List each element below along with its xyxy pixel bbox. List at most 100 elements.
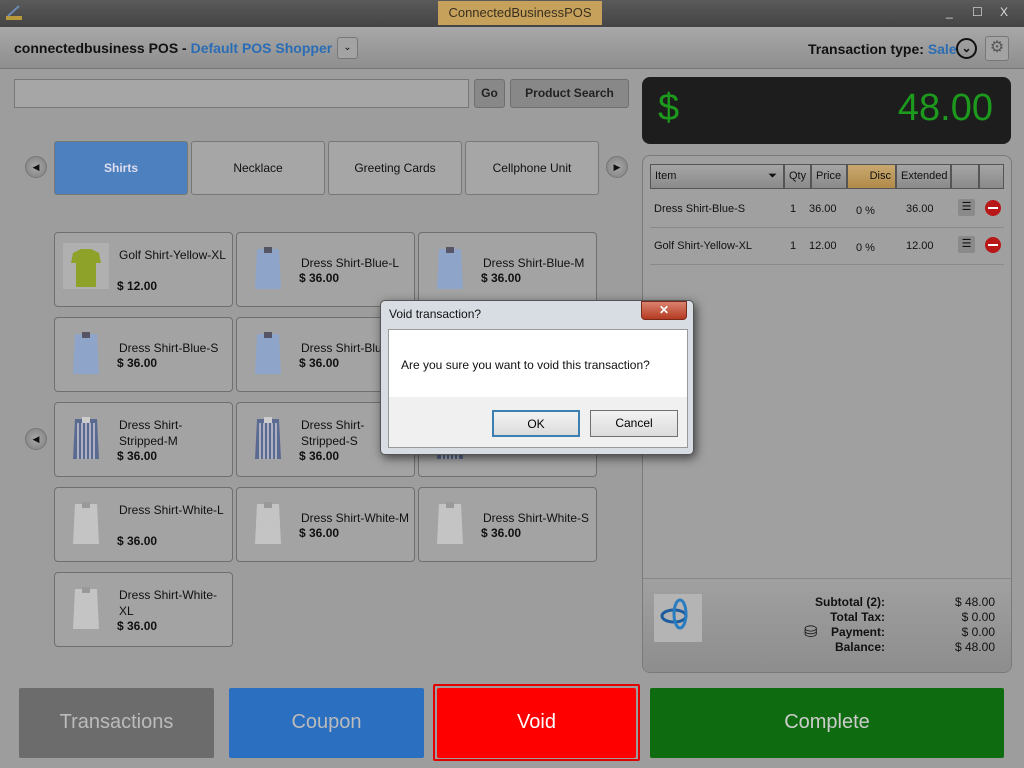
shirt-image-icon (73, 587, 99, 629)
subtotal-value: $ 48.00 (954, 595, 995, 609)
complete-button[interactable]: Complete (650, 688, 1004, 758)
product-price: $ 36.00 (117, 619, 158, 633)
product-price: $ 36.00 (117, 534, 158, 548)
remove-icon[interactable] (985, 237, 1001, 253)
chevron-down-icon[interactable]: ⌄ (956, 38, 977, 59)
product-tile[interactable]: Dress Shirt-White-L $ 36.00 (54, 487, 233, 562)
coupon-button[interactable]: Coupon (229, 688, 424, 758)
payment-value: $ 0.00 (961, 625, 995, 639)
shirt-image-icon (255, 502, 281, 544)
category-tab-shirts[interactable]: Shirts (54, 141, 188, 195)
product-price: $ 36.00 (117, 449, 158, 463)
cart-row[interactable]: Dress Shirt-Blue-S 1 36.00 0 % 36.00 ☰ (650, 191, 1004, 228)
cart-qty: 1 (790, 203, 797, 215)
column-label: Item (655, 170, 677, 182)
balance-value: $ 48.00 (954, 640, 995, 654)
column-extended[interactable]: Extended (896, 164, 951, 189)
close-button[interactable]: X (1000, 5, 1008, 19)
product-name: Golf Shirt-Yellow-XL (119, 248, 226, 262)
details-icon[interactable]: ☰ (958, 236, 975, 253)
category-tab-greeting-cards[interactable]: Greeting Cards (328, 141, 462, 195)
category-prev-arrow[interactable]: ◀ (25, 156, 47, 178)
shirt-image-icon (73, 332, 99, 374)
dialog-close-button[interactable]: ✕ (641, 301, 687, 320)
filter-icon[interactable]: ⏷ (768, 165, 777, 188)
product-tile[interactable]: Golf Shirt-Yellow-XL $ 12.00 (54, 232, 233, 307)
product-name: Dress Shirt-Stripped-M (119, 418, 183, 448)
column-blank-1 (951, 164, 979, 189)
product-name: Dress Shirt-Blue-S (119, 341, 219, 355)
dialog-message-area: Are you sure you want to void this trans… (389, 330, 687, 397)
shirt-image-icon (73, 502, 99, 544)
transactions-button[interactable]: Transactions (19, 688, 214, 758)
product-name: Dress Shirt-White-M (301, 511, 410, 525)
cart-panel: Item ⏷ Qty Price Disc Extended Dress Shir… (642, 155, 1012, 673)
customer-link[interactable]: Default POS Shopper (191, 40, 333, 56)
cart-price: 36.00 (809, 203, 837, 215)
dialog-title: Void transaction? (389, 307, 482, 321)
shirt-image-icon (255, 247, 281, 289)
title-bar: ConnectedBusinessPOS _ ☐ X (0, 0, 1024, 27)
product-price: $ 36.00 (481, 526, 522, 540)
cart-extended: 36.00 (906, 203, 934, 215)
shirt-image-icon (255, 417, 281, 459)
payment-label: Payment: (830, 625, 885, 639)
remove-icon[interactable] (985, 200, 1001, 216)
void-dialog: Void transaction? ✕ Are you sure you wan… (380, 300, 694, 455)
gear-icon[interactable]: ⚙ (985, 36, 1009, 61)
product-price: $ 36.00 (299, 271, 340, 285)
column-item[interactable]: Item ⏷ (650, 164, 784, 189)
product-price: $ 36.00 (299, 526, 340, 540)
shirt-image-icon (255, 332, 281, 374)
app-icon (5, 5, 23, 21)
product-name: Dress Shirt-White-L (119, 503, 224, 517)
cart-row[interactable]: Golf Shirt-Yellow-XL 1 12.00 0 % 12.00 ☰ (650, 228, 1004, 265)
subtotal-label: Subtotal (2): (815, 595, 885, 609)
column-blank-2 (979, 164, 1004, 189)
minimize-button[interactable]: _ (946, 5, 953, 19)
product-price: $ 12.00 (117, 279, 158, 293)
total-display: $ 48.00 (642, 77, 1011, 144)
product-tile[interactable]: Dress Shirt-Blue-M $ 36.00 (418, 232, 597, 307)
tax-label: Total Tax: (830, 610, 885, 624)
void-button[interactable]: Void (437, 688, 636, 758)
category-tab-necklace[interactable]: Necklace (191, 141, 325, 195)
remove-icon-bar (988, 244, 998, 246)
details-icon[interactable]: ☰ (958, 199, 975, 216)
product-tile[interactable]: Dress Shirt-White-M $ 36.00 (236, 487, 415, 562)
column-price[interactable]: Price (811, 164, 847, 189)
header: connectedbusiness POS - Default POS Shop… (0, 27, 1024, 69)
product-tile[interactable]: Dress Shirt-Blue-S $ 36.00 (54, 317, 233, 392)
category-tab-cellphone-unit[interactable]: Cellphone Unit (465, 141, 599, 195)
header-title: connectedbusiness POS - Default POS Shop… (14, 40, 332, 56)
cart-disc: 0 % (856, 242, 875, 254)
product-name: Dress Shirt-Blue-L (301, 256, 400, 270)
window-title: ConnectedBusinessPOS (438, 1, 602, 25)
transaction-type: Transaction type: Sale (808, 41, 957, 57)
ok-button[interactable]: OK (492, 410, 580, 437)
balance-label: Balance: (834, 640, 885, 654)
go-button[interactable]: Go (474, 79, 505, 108)
shirt-image-icon (437, 247, 463, 289)
cart-qty: 1 (790, 240, 797, 252)
cart-price: 12.00 (809, 240, 837, 252)
cart-item: Dress Shirt-Blue-S (654, 203, 746, 215)
transaction-type-value[interactable]: Sale (928, 41, 957, 57)
transaction-type-label: Transaction type: (808, 41, 924, 57)
dialog-body: Are you sure you want to void this trans… (388, 329, 688, 448)
product-tile[interactable]: Dress Shirt-Stripped-M $ 36.00 (54, 402, 233, 477)
product-tile[interactable]: Dress Shirt-White-XL $ 36.00 (54, 572, 233, 647)
customer-dropdown-button[interactable]: ⌄ (337, 37, 358, 59)
products-prev-arrow[interactable]: ◀ (25, 428, 47, 450)
column-qty[interactable]: Qty (784, 164, 811, 189)
maximize-button[interactable]: ☐ (972, 5, 983, 19)
product-tile[interactable]: Dress Shirt-Blue-L $ 36.00 (236, 232, 415, 307)
product-price: $ 36.00 (481, 271, 522, 285)
product-search-button[interactable]: Product Search (510, 79, 629, 108)
column-disc[interactable]: Disc (847, 164, 896, 189)
search-input[interactable] (14, 79, 469, 108)
product-tile[interactable]: Dress Shirt-White-S $ 36.00 (418, 487, 597, 562)
cancel-button[interactable]: Cancel (590, 410, 678, 437)
app-name: connectedbusiness POS - (14, 40, 191, 56)
category-next-arrow[interactable]: ▶ (606, 156, 628, 178)
